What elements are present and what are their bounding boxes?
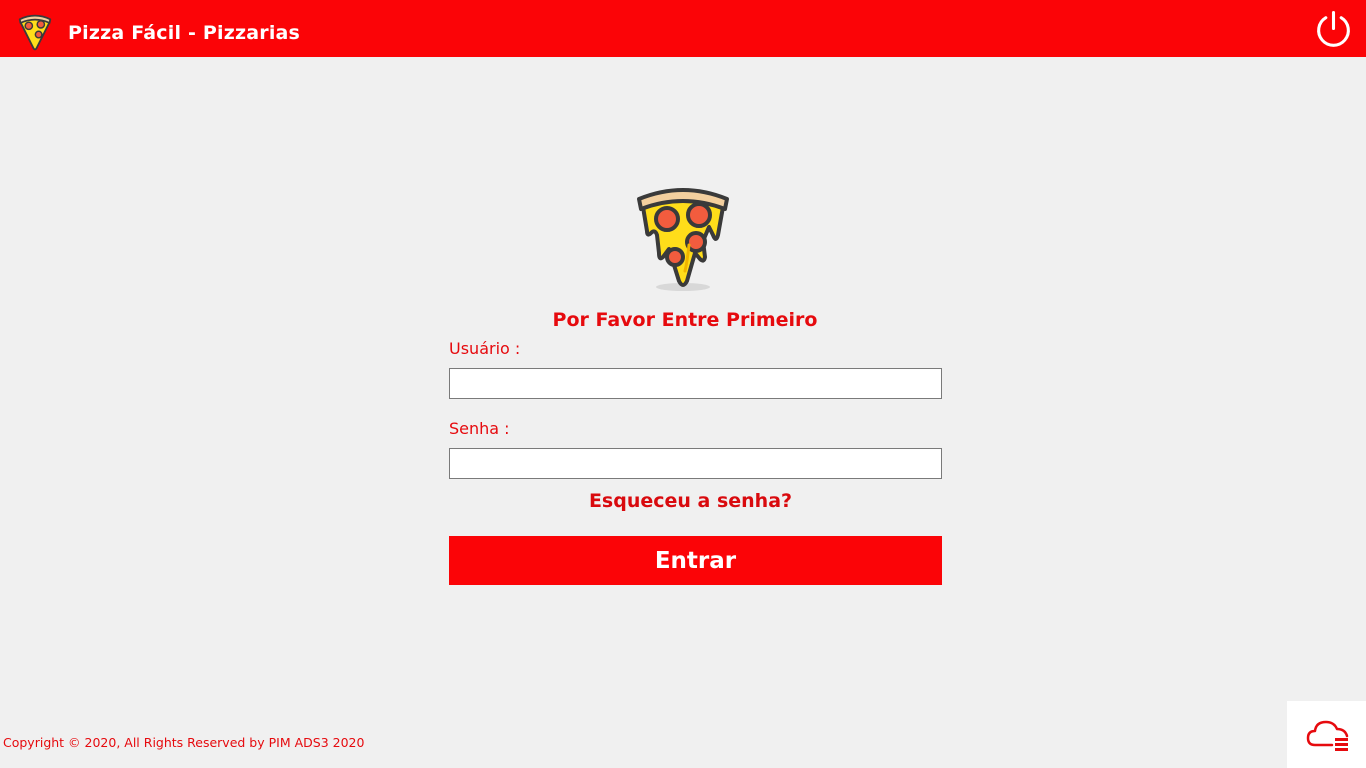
password-input[interactable] (449, 448, 942, 479)
forgot-password-link[interactable]: Esqueceu a senha? (449, 490, 932, 512)
username-input[interactable] (449, 368, 942, 399)
cloud-database-button[interactable] (1287, 701, 1366, 768)
copyright-text: Copyright © 2020, All Rights Reserved by… (3, 735, 365, 750)
app-title: Pizza Fácil - Pizzarias (68, 22, 301, 44)
login-prompt: Por Favor Entre Primeiro (552, 309, 818, 331)
password-label: Senha : (449, 419, 510, 438)
power-icon[interactable] (1313, 9, 1354, 50)
pizza-slice-icon (637, 188, 729, 291)
pizza-slice-icon (18, 14, 52, 51)
username-label: Usuário : (449, 339, 521, 358)
cloud-database-icon (1306, 720, 1349, 751)
login-button[interactable]: Entrar (449, 536, 942, 585)
top-bar: Pizza Fácil - Pizzarias (0, 0, 1366, 57)
